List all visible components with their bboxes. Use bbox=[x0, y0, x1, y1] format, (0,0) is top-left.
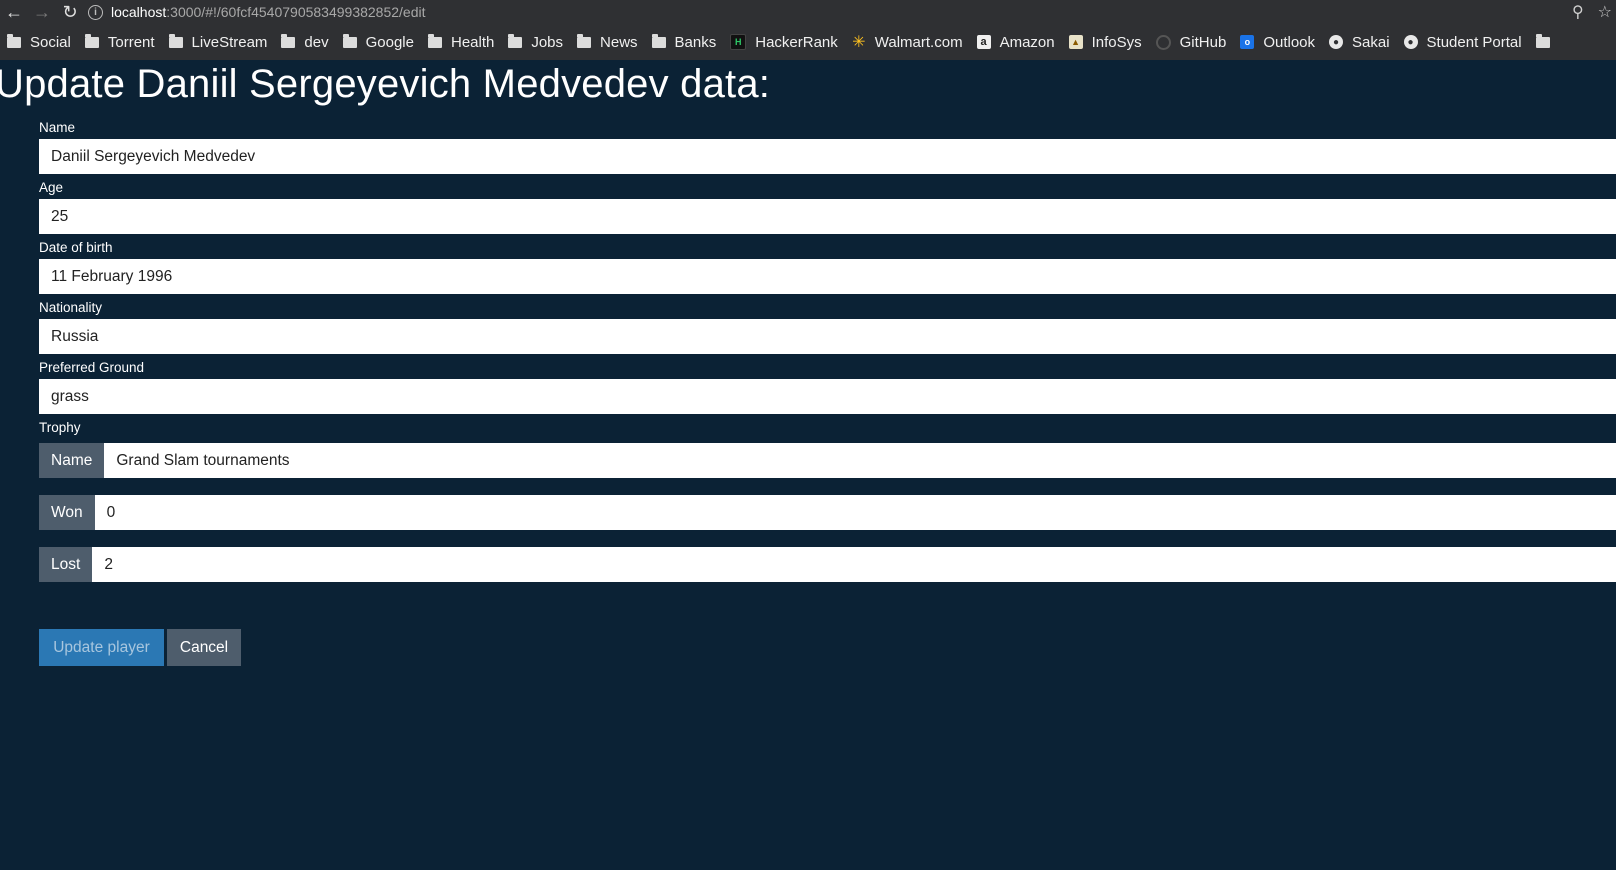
ground-label: Preferred Ground bbox=[39, 360, 145, 375]
bookmark-label: Amazon bbox=[999, 33, 1055, 51]
folder-icon bbox=[651, 33, 666, 48]
url-host: localhost bbox=[111, 4, 167, 20]
walmart-icon: ✳ bbox=[852, 34, 866, 51]
age-label: Age bbox=[39, 180, 64, 195]
bookmark-sakai[interactable]: ● Sakai bbox=[1322, 24, 1397, 60]
bookmark-label: Banks bbox=[674, 33, 717, 51]
update-player-button[interactable]: Update player bbox=[39, 629, 164, 666]
page-title: Update Daniil Sergeyevich Medvedev data: bbox=[0, 62, 771, 106]
bookmark-label: Jobs bbox=[531, 33, 564, 51]
bookmark-label: dev bbox=[304, 33, 329, 51]
won-input[interactable]: 0 bbox=[94, 495, 1616, 530]
bookmark-infosys[interactable]: ▲ InfoSys bbox=[1062, 24, 1149, 60]
globe-icon: ● bbox=[1329, 35, 1344, 49]
bookmark-label: Google bbox=[365, 33, 414, 51]
nationality-input[interactable]: Russia bbox=[39, 319, 1616, 354]
bookmark-label: LiveStream bbox=[191, 33, 268, 51]
cancel-button[interactable]: Cancel bbox=[167, 629, 241, 666]
browser-toolbar: ← → ↻ i localhost:3000/#!/60fcf454079058… bbox=[0, 0, 1616, 24]
trophy-name-input[interactable]: Grand Slam tournaments bbox=[104, 443, 1616, 478]
bookmark-google[interactable]: Google bbox=[336, 24, 421, 60]
bookmark-social[interactable]: Social bbox=[0, 24, 78, 60]
back-arrow-icon[interactable]: ← bbox=[0, 0, 28, 24]
ground-input[interactable]: grass bbox=[39, 379, 1616, 414]
bookmark-label: Student Portal bbox=[1426, 33, 1522, 51]
bookmark-label: Sakai bbox=[1352, 33, 1390, 51]
lost-group: Lost 2 bbox=[39, 547, 1616, 582]
bookmark-label: GitHub bbox=[1179, 33, 1227, 51]
bookmark-livestream[interactable]: LiveStream bbox=[162, 24, 275, 60]
dob-label: Date of birth bbox=[39, 240, 113, 255]
bookmark-jobs[interactable]: Jobs bbox=[501, 24, 570, 60]
folder-icon bbox=[168, 33, 183, 48]
bookmark-hackerrank[interactable]: H HackerRank bbox=[723, 24, 845, 60]
name-input[interactable]: Daniil Sergeyevich Medvedev bbox=[39, 139, 1616, 174]
amazon-icon: a bbox=[976, 35, 991, 49]
bookmark-health[interactable]: Health bbox=[421, 24, 501, 60]
won-group: Won 0 bbox=[39, 495, 1616, 530]
folder-icon bbox=[577, 33, 592, 48]
infosys-icon: ▲ bbox=[1068, 35, 1083, 49]
nationality-label: Nationality bbox=[39, 300, 103, 315]
trophy-name-addon: Name bbox=[39, 443, 105, 478]
address-bar[interactable]: i localhost:3000/#!/60fcf454079058349938… bbox=[88, 1, 1572, 23]
bookmark-banks[interactable]: Banks bbox=[645, 24, 724, 60]
folder-icon bbox=[427, 33, 442, 48]
lost-addon: Lost bbox=[39, 547, 93, 582]
bookmark-student-portal[interactable]: ● Student Portal bbox=[1397, 24, 1529, 60]
info-icon[interactable]: i bbox=[88, 4, 103, 20]
bookmark-outlook[interactable]: o Outlook bbox=[1233, 24, 1322, 60]
bookmarks-bar: Social Torrent LiveStream dev Google Hea… bbox=[0, 24, 1616, 60]
github-icon bbox=[1155, 34, 1171, 50]
outlook-icon: o bbox=[1240, 35, 1255, 49]
trophy-name-group: Name Grand Slam tournaments bbox=[39, 443, 1616, 478]
bookmark-overflow[interactable] bbox=[1529, 24, 1566, 60]
folder-icon bbox=[1535, 33, 1550, 48]
bookmark-label: Social bbox=[30, 33, 71, 51]
bookmark-label: InfoSys bbox=[1091, 33, 1142, 51]
bookmark-amazon[interactable]: a Amazon bbox=[970, 24, 1062, 60]
bookmark-label: Health bbox=[450, 33, 495, 51]
bookmark-label: News bbox=[600, 33, 638, 51]
bookmark-label: Outlook bbox=[1263, 33, 1316, 51]
folder-icon bbox=[84, 33, 99, 48]
bookmark-dev[interactable]: dev bbox=[274, 24, 335, 60]
bookmark-label: Walmart.com bbox=[874, 33, 963, 51]
bookmark-walmart[interactable]: ✳ Walmart.com bbox=[845, 24, 970, 60]
bookmark-torrent[interactable]: Torrent bbox=[78, 24, 162, 60]
name-label: Name bbox=[39, 120, 76, 135]
page-content: Update Daniil Sergeyevich Medvedev data:… bbox=[0, 60, 1616, 870]
age-input[interactable]: 25 bbox=[39, 199, 1616, 234]
bookmark-label: Torrent bbox=[107, 33, 155, 51]
folder-icon bbox=[508, 33, 523, 48]
url-path: :3000/#!/60fcf4540790583499382852/edit bbox=[166, 4, 426, 20]
zoom-icon[interactable]: ⚲ bbox=[1572, 2, 1584, 22]
bookmark-github[interactable]: GitHub bbox=[1149, 24, 1234, 60]
forward-arrow-icon[interactable]: → bbox=[28, 0, 56, 24]
trophy-label: Trophy bbox=[39, 420, 81, 435]
won-addon: Won bbox=[39, 495, 95, 530]
folder-icon bbox=[7, 33, 21, 48]
lost-input[interactable]: 2 bbox=[92, 547, 1616, 582]
globe-icon: ● bbox=[1403, 35, 1418, 49]
bookmark-news[interactable]: News bbox=[570, 24, 645, 60]
star-icon[interactable]: ☆ bbox=[1598, 2, 1612, 22]
folder-icon bbox=[342, 33, 357, 48]
reload-icon[interactable]: ↻ bbox=[56, 0, 84, 24]
hackerrank-icon: H bbox=[730, 34, 747, 50]
dob-input[interactable]: 11 February 1996 bbox=[39, 259, 1616, 294]
bookmark-label: HackerRank bbox=[755, 33, 838, 51]
folder-icon bbox=[281, 33, 296, 48]
